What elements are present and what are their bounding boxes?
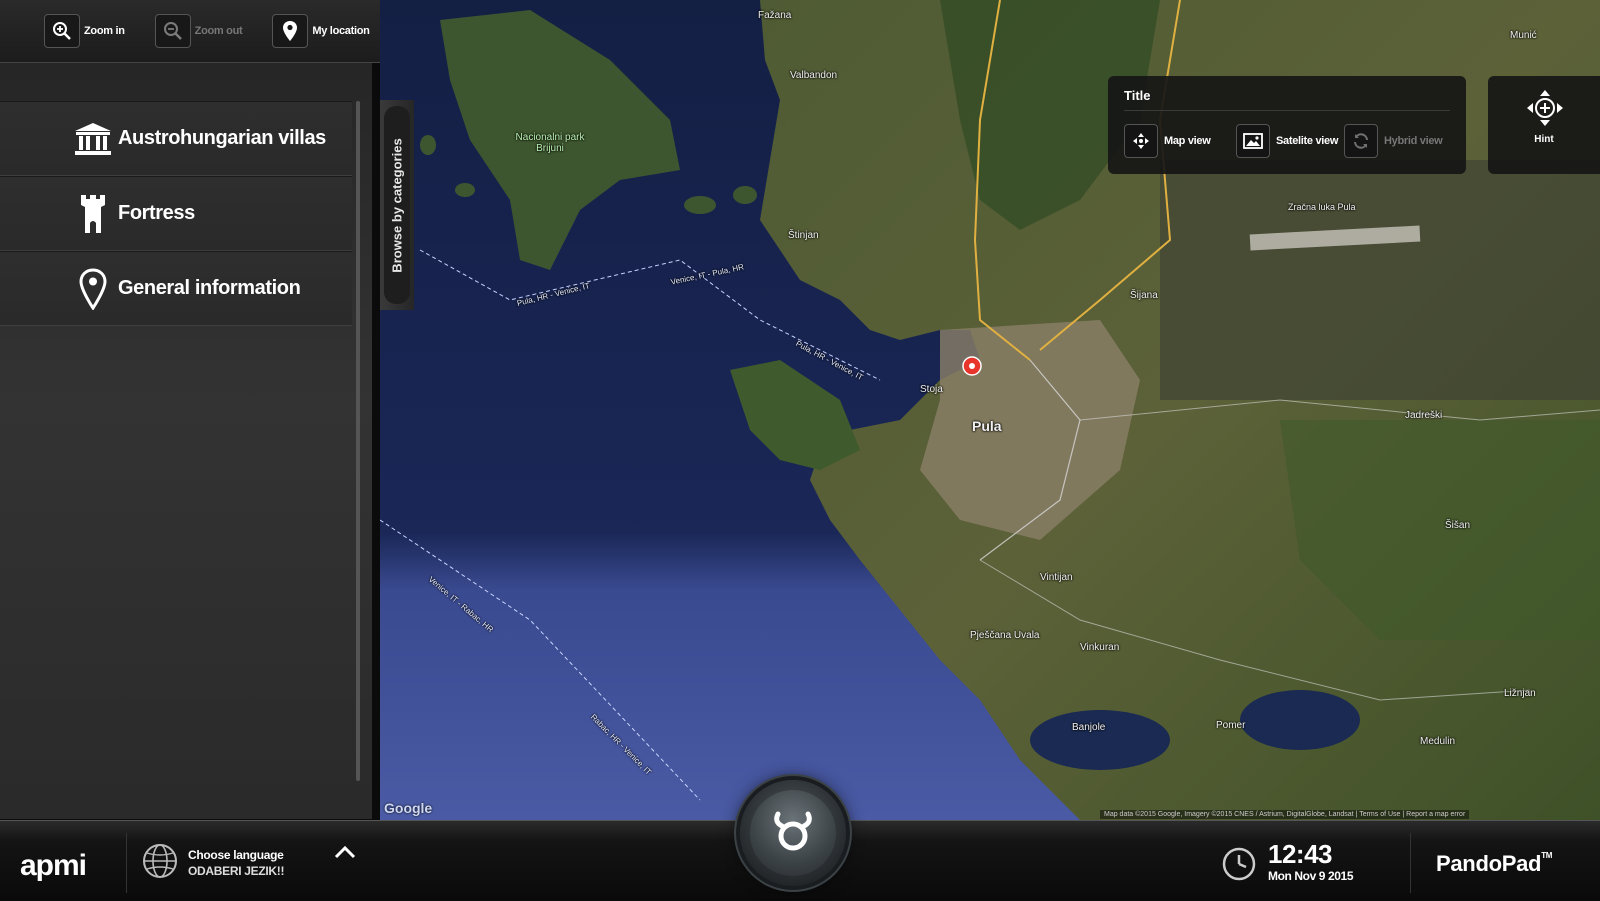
- map-label: Valbandon: [790, 70, 838, 81]
- location-pin-icon: [70, 266, 116, 312]
- hint-label: Hint: [1534, 134, 1554, 145]
- location-pin-icon: [272, 14, 309, 48]
- my-location-label: My location: [312, 25, 370, 37]
- map-label: Štinjan: [788, 230, 819, 241]
- my-location-button[interactable]: My location: [272, 14, 370, 48]
- category-label: Fortress: [118, 202, 195, 224]
- browse-tab-inner: Browse by categories: [384, 106, 410, 304]
- map-label: Šijana: [1130, 290, 1158, 301]
- globe-icon: [142, 843, 178, 884]
- category-item-general-information[interactable]: General information: [0, 251, 352, 326]
- sidebar-scrollbar[interactable]: [356, 101, 360, 781]
- google-logo: Google: [384, 800, 433, 816]
- divider: [1410, 833, 1411, 893]
- map-attribution[interactable]: Map data ©2015 Google, Imagery ©2015 CNE…: [1100, 810, 1470, 819]
- map-label: Munić: [1510, 30, 1537, 41]
- map-label-pula: Pula: [972, 418, 1002, 434]
- clock-time: 12:43: [1268, 839, 1333, 869]
- museum-icon: [70, 116, 116, 162]
- satellite-view-label: Satelite view: [1276, 135, 1339, 147]
- zoom-out-button[interactable]: Zoom out: [154, 14, 243, 48]
- tower-icon: [70, 191, 116, 237]
- category-sidebar: Austrohungarian villas Fortress General …: [0, 63, 372, 819]
- choose-language-button[interactable]: Choose language ODABERI JEZIK!!: [142, 841, 284, 885]
- category-label: General information: [118, 277, 301, 299]
- map-type-title: Title: [1124, 88, 1151, 103]
- map-label: Banjole: [1072, 722, 1106, 733]
- map-label: Pomer: [1216, 720, 1246, 731]
- clock-icon: [1222, 847, 1256, 886]
- pandopad-horns-icon: [770, 808, 816, 859]
- map-label: Jadreški: [1405, 410, 1443, 421]
- map-label: Vintijan: [1040, 572, 1073, 583]
- zoom-in-label: Zoom in: [84, 25, 125, 37]
- refresh-icon: [1344, 124, 1378, 158]
- clock-date: Mon Nov 9 2015: [1268, 869, 1354, 883]
- browse-categories-label: Browse by categories: [389, 137, 405, 273]
- map-toolbar: Zoom in Zoom out My location: [0, 0, 380, 63]
- map-label: Pješčana Uvala: [970, 630, 1040, 641]
- map-label: Stoja: [920, 384, 943, 395]
- map-label: Zračna luka Pula: [1288, 202, 1356, 212]
- map-label: Ližnjan: [1504, 688, 1536, 699]
- zoom-in-icon: [44, 14, 80, 48]
- map-marker: [962, 356, 982, 376]
- map-label: Vinkuran: [1080, 642, 1120, 653]
- map-label: Fažana: [758, 10, 792, 21]
- map-type-panel: Title Map view Satelite view Hybrid view: [1108, 76, 1466, 174]
- category-item-austrohungarian-villas[interactable]: Austrohungarian villas: [0, 101, 352, 176]
- browse-categories-tab[interactable]: Browse by categories: [380, 100, 414, 310]
- map-view-label: Map view: [1164, 135, 1211, 147]
- category-label: Austrohungarian villas: [118, 127, 326, 149]
- category-item-fortress[interactable]: Fortress: [0, 176, 352, 251]
- divider: [126, 833, 127, 893]
- zoom-out-label: Zoom out: [194, 25, 243, 37]
- language-label: Choose language: [188, 848, 284, 862]
- map-label: Nacionalni park Brijuni: [515, 132, 585, 154]
- pandopad-logo: PandoPadTM: [1436, 851, 1553, 876]
- hint-button[interactable]: Hint: [1488, 76, 1600, 174]
- map-label: Šišan: [1445, 520, 1471, 531]
- move-arrows-icon: [1525, 88, 1565, 133]
- hybrid-view-label: Hybrid view: [1384, 135, 1443, 147]
- crosshair-icon: [1124, 124, 1158, 158]
- image-icon: [1236, 124, 1270, 158]
- category-list: Austrohungarian villas Fortress General …: [0, 101, 352, 326]
- satellite-view-button[interactable]: Satelite view: [1236, 124, 1338, 158]
- apmi-logo: apmi: [20, 851, 87, 882]
- divider: [1124, 110, 1450, 111]
- home-button[interactable]: [740, 780, 846, 886]
- svg-text:apmi: apmi: [20, 851, 86, 882]
- zoom-in-button[interactable]: Zoom in: [44, 14, 125, 48]
- language-label-local: ODABERI JEZIK!!: [188, 864, 285, 878]
- map-view-button[interactable]: Map view: [1124, 124, 1211, 158]
- chevron-up-icon[interactable]: [334, 845, 356, 864]
- map-label: Medulin: [1420, 736, 1456, 747]
- home-button-inner: [750, 790, 836, 876]
- language-text: Choose language ODABERI JEZIK!!: [188, 847, 284, 879]
- hybrid-view-button[interactable]: Hybrid view: [1344, 124, 1443, 158]
- zoom-out-icon: [154, 14, 191, 48]
